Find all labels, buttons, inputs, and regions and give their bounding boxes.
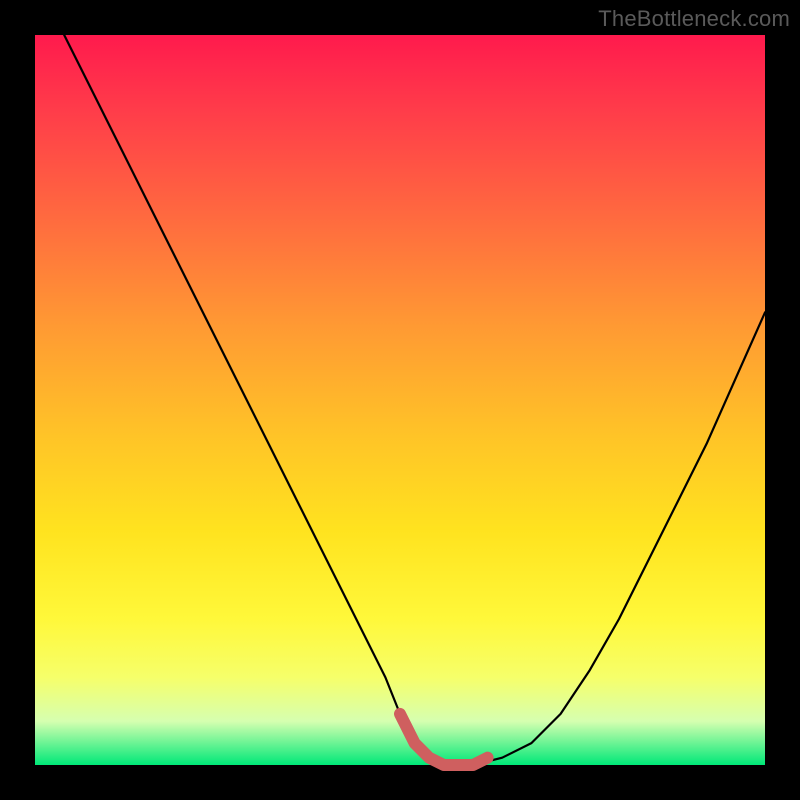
curve-svg	[35, 35, 765, 765]
optimal-range-highlight	[400, 714, 488, 765]
bottleneck-curve	[64, 35, 765, 765]
chart-frame: TheBottleneck.com	[0, 0, 800, 800]
watermark: TheBottleneck.com	[598, 6, 790, 32]
plot-area	[35, 35, 765, 765]
